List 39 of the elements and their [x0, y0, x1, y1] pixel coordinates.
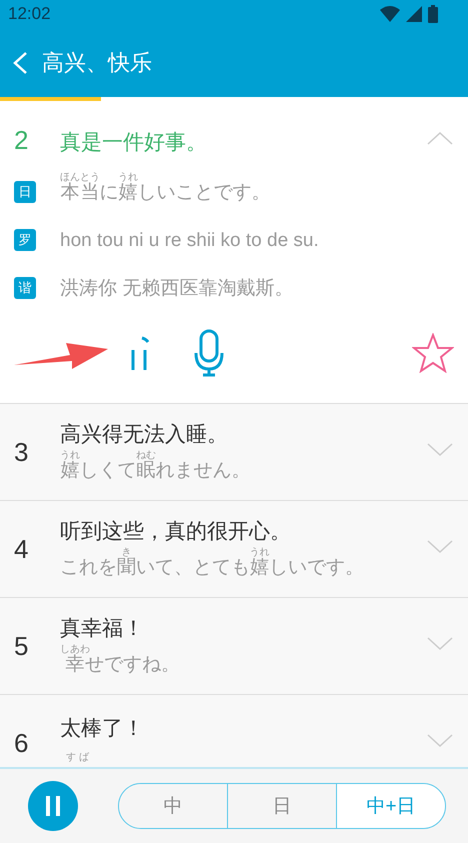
- chevron-down-icon[interactable]: [426, 732, 454, 748]
- sentence-number: 2: [14, 125, 30, 156]
- sentence-number: 6: [14, 728, 30, 758]
- reading-text: 洪涛你 无赖西医靠淘戴斯。: [60, 277, 294, 301]
- japanese-text: これを聞 き いて、とても嬉 うれ しいです。: [60, 546, 365, 580]
- microphone-icon[interactable]: [194, 329, 224, 377]
- back-icon[interactable]: [12, 50, 28, 74]
- chinese-sentence: 真是一件好事。: [60, 131, 207, 154]
- pause-button[interactable]: [28, 781, 78, 831]
- chinese-sentence: 真幸福！: [60, 616, 145, 642]
- sentence-number: 4: [14, 534, 30, 564]
- sentence-row[interactable]: 3 高兴得无法入睡。 嬉 うれ しくて眠 ねむ れません。: [0, 404, 468, 501]
- chinese-sentence: 听到这些，真的很开心。: [60, 518, 292, 544]
- wifi-icon: [380, 6, 400, 22]
- language-badge: 日: [14, 181, 36, 203]
- page-title: 高兴、快乐: [42, 48, 152, 76]
- japanese-text: す ば: [65, 751, 90, 765]
- chevron-up-icon[interactable]: [426, 130, 454, 146]
- chevron-down-icon[interactable]: [426, 442, 454, 458]
- japanese-text: 嬉 うれ しくて眠 ねむ れません。: [60, 450, 252, 482]
- sentence-row[interactable]: 5 真幸福！ 幸 しあわ せですね。: [0, 598, 468, 695]
- japanese-text: 幸 しあわ せですね。: [60, 644, 181, 676]
- language-badge: 谐: [14, 277, 36, 299]
- chinese-sentence: 高兴得无法入睡。: [60, 422, 229, 448]
- japanese-text: 本当 ほんとう に嬉 うれ しいことです。: [60, 172, 270, 205]
- chevron-down-icon[interactable]: [426, 538, 454, 554]
- speaker-wave-icon[interactable]: [130, 336, 152, 370]
- reading-text: hon tou ni u re shii ko to de su.: [60, 229, 319, 253]
- status-time: 12:02: [8, 4, 51, 24]
- sentence-number: 5: [14, 630, 30, 662]
- battery-icon: [428, 5, 438, 23]
- sentence-number: 3: [14, 436, 30, 468]
- pause-icon: [43, 794, 63, 818]
- sentence-row[interactable]: 4 听到这些，真的很开心。 これを聞 き いて、とても嬉 うれ しいです。: [0, 501, 468, 598]
- chevron-down-icon[interactable]: [426, 636, 454, 652]
- signal-icon: [406, 6, 422, 22]
- chinese-sentence: 太棒了！: [60, 716, 145, 742]
- language-badge: 罗: [14, 229, 36, 251]
- star-icon[interactable]: [412, 333, 454, 373]
